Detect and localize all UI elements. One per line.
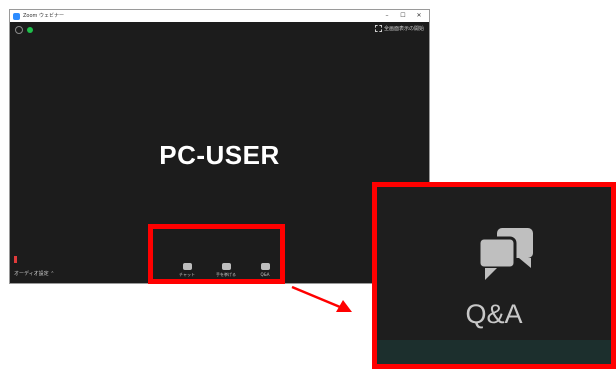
qa-icon [477,228,533,280]
qa-inset-label: Q&A [465,299,523,329]
qa-zoom-inset: Q&A [372,182,616,369]
inset-bottom-strip [377,340,611,364]
